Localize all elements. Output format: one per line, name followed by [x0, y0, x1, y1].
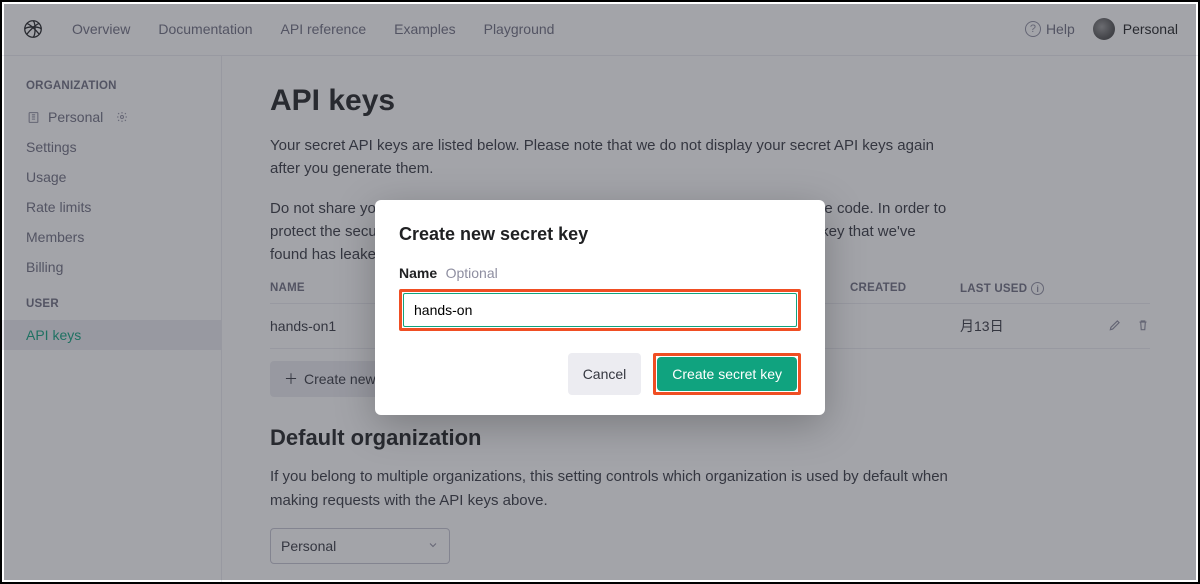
name-field-label: Name [399, 265, 437, 281]
modal-title: Create new secret key [399, 224, 801, 245]
create-secret-key-modal: Create new secret key Name Optional Canc… [375, 200, 825, 415]
submit-button-highlight: Create secret key [653, 353, 801, 395]
name-input[interactable] [403, 293, 797, 327]
modal-overlay[interactable]: Create new secret key Name Optional Canc… [4, 4, 1196, 580]
name-field-optional: Optional [446, 265, 498, 281]
name-input-highlight [399, 289, 801, 331]
cancel-button[interactable]: Cancel [568, 353, 642, 395]
create-secret-key-button[interactable]: Create secret key [657, 357, 797, 391]
